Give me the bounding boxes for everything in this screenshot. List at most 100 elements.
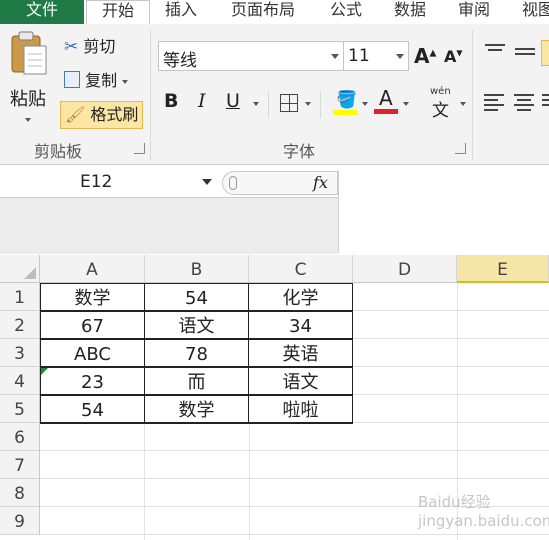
cell-c1[interactable]: 化学 — [248, 283, 353, 311]
fill-color-dropdown-arrow[interactable] — [362, 102, 368, 106]
paint-bucket-icon: 🪣 — [336, 90, 358, 110]
column-header-d[interactable]: D — [353, 255, 457, 283]
cut-button[interactable]: ✂ 剪切 — [64, 34, 115, 60]
phonetic-guide-button[interactable]: wén 文 — [428, 86, 458, 121]
align-bottom-button[interactable] — [541, 40, 549, 66]
row-header-1[interactable]: 1 — [0, 283, 40, 311]
font-dialog-launcher[interactable] — [455, 143, 466, 154]
clipboard-dialog-launcher[interactable] — [134, 143, 145, 154]
align-top-icon[interactable] — [485, 44, 505, 54]
paste-button[interactable]: 粘贴 — [8, 30, 54, 130]
row-header-8[interactable]: 8 — [0, 479, 40, 507]
tab-data[interactable]: 数据 — [386, 0, 434, 24]
column-header-c[interactable]: C — [249, 255, 353, 283]
tab-view[interactable]: 视图 — [514, 0, 549, 24]
formula-collapse-handle[interactable] — [229, 176, 237, 190]
underline-button[interactable]: U — [226, 90, 240, 112]
font-color-button[interactable]: A — [374, 86, 398, 114]
group-separator — [150, 30, 151, 160]
shrink-font-button[interactable]: A▼ — [444, 47, 463, 66]
paintbrush-icon: 🖌 — [65, 105, 86, 124]
row-header-2[interactable]: 2 — [0, 311, 40, 339]
name-box[interactable]: E12 — [0, 170, 222, 196]
clipboard-group-label: 剪贴板 — [34, 142, 83, 161]
insert-function-icon[interactable]: fx — [313, 173, 328, 192]
paste-dropdown-arrow[interactable] — [25, 118, 31, 122]
cell-c3[interactable]: 英语 — [248, 339, 353, 367]
font-name-select[interactable]: 等线 — [158, 41, 344, 71]
divider — [338, 170, 339, 253]
watermark: Baidu经验 jingyan.baidu.com — [418, 493, 549, 530]
font-color-dropdown-arrow[interactable] — [403, 102, 409, 106]
select-all-corner[interactable] — [0, 255, 40, 283]
error-indicator-icon — [41, 368, 48, 375]
cell-b5[interactable]: 数学 — [144, 395, 249, 423]
copy-icon — [64, 71, 80, 88]
tab-formulas[interactable]: 公式 — [322, 0, 370, 24]
italic-button[interactable]: I — [198, 90, 206, 112]
tab-file[interactable]: 文件 — [0, 0, 84, 24]
empty-cells-abc[interactable] — [40, 423, 353, 540]
font-group-label: 字体 — [283, 142, 316, 161]
bold-button[interactable]: B — [164, 90, 178, 112]
column-header-a[interactable]: A — [40, 255, 145, 283]
row-header-5[interactable]: 5 — [0, 395, 40, 423]
font-size-select[interactable]: 11 — [343, 41, 409, 71]
chevron-down-icon[interactable] — [202, 179, 212, 185]
cell-b3[interactable]: 78 — [144, 339, 249, 367]
row-header-4[interactable]: 4 — [0, 367, 40, 395]
format-painter-button[interactable]: 🖌 格式刷 — [60, 101, 144, 129]
cell-a3[interactable]: ABC — [40, 339, 145, 367]
cell-a2[interactable]: 67 — [40, 311, 145, 339]
align-left-icon[interactable] — [484, 94, 504, 111]
name-box-value: E12 — [80, 172, 113, 192]
copy-label: 复制 — [85, 71, 118, 90]
copy-button[interactable]: 复制 — [64, 68, 129, 94]
tab-home[interactable]: 开始 — [86, 0, 150, 26]
paste-label: 粘贴 — [10, 89, 46, 110]
chevron-down-icon — [396, 54, 404, 59]
font-color-swatch — [374, 109, 398, 114]
column-header-e[interactable]: E — [457, 255, 549, 283]
ribbon-home: 粘贴 ✂ 剪切 复制 🖌 格式刷 剪贴板 等线 11 A▲ A▼ B I U 🪣… — [0, 24, 549, 165]
fill-color-button[interactable]: 🪣 — [333, 90, 357, 116]
cell-c4[interactable]: 语文 — [248, 367, 353, 395]
separator — [268, 92, 269, 118]
phonetic-dropdown-arrow[interactable] — [460, 102, 466, 106]
tab-insert[interactable]: 插入 — [156, 0, 206, 24]
group-separator — [472, 30, 473, 160]
cell-a5[interactable]: 54 — [40, 395, 145, 423]
font-color-icon: A — [379, 86, 393, 110]
align-middle-icon[interactable] — [515, 48, 535, 55]
cell-c2[interactable]: 34 — [248, 311, 353, 339]
cell-a1[interactable]: 数学 — [40, 283, 145, 311]
select-all-triangle-icon — [24, 267, 36, 279]
row-header-7[interactable]: 7 — [0, 451, 40, 479]
borders-dropdown-arrow[interactable] — [305, 102, 311, 106]
scissors-icon: ✂ — [64, 37, 79, 57]
grow-font-button[interactable]: A▲ — [414, 44, 436, 68]
font-size-value: 11 — [348, 46, 370, 66]
worksheet-grid[interactable]: A B C D E 1 2 3 4 5 6 7 8 9 数学 54 化学 67 … — [0, 255, 549, 540]
font-name-value: 等线 — [163, 51, 197, 71]
cell-a4[interactable]: 23 — [40, 367, 145, 395]
row-header-9[interactable]: 9 — [0, 507, 40, 535]
row-header-6[interactable]: 6 — [0, 423, 40, 451]
cell-b4[interactable]: 而 — [144, 367, 249, 395]
copy-dropdown-arrow[interactable] — [122, 79, 129, 84]
format-painter-label: 格式刷 — [90, 105, 139, 124]
cell-c5[interactable]: 啦啦 — [248, 395, 353, 423]
row-header-3[interactable]: 3 — [0, 339, 40, 367]
cell-b1[interactable]: 54 — [144, 283, 249, 311]
column-header-b[interactable]: B — [145, 255, 249, 283]
underline-dropdown-arrow[interactable] — [253, 102, 259, 106]
formula-input[interactable] — [0, 197, 338, 254]
align-right-icon[interactable] — [542, 94, 549, 106]
cell-b2[interactable]: 语文 — [144, 311, 249, 339]
separator — [320, 92, 321, 118]
formula-controls: fx — [222, 171, 338, 195]
tab-page-layout[interactable]: 页面布局 — [222, 0, 304, 24]
tab-review[interactable]: 审阅 — [450, 0, 498, 24]
align-center-icon[interactable] — [514, 94, 534, 111]
borders-icon[interactable] — [280, 94, 298, 112]
